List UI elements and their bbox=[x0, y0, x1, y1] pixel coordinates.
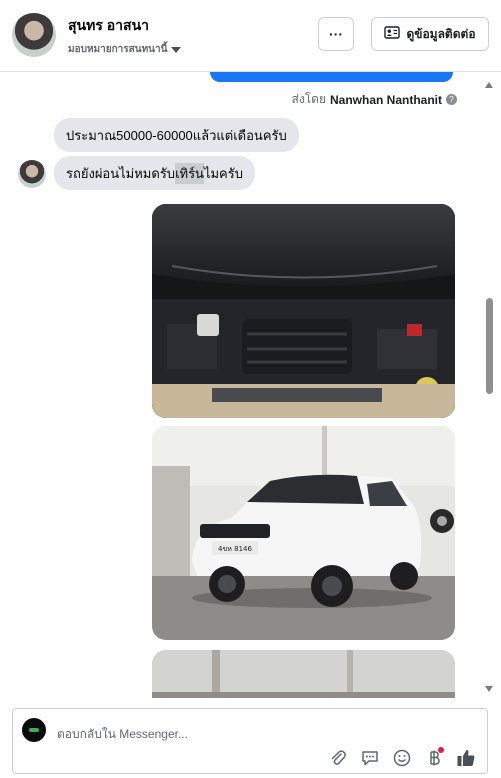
smiley-icon[interactable] bbox=[391, 747, 413, 769]
conversation-header: สุนทร อาสนา มอบหมายการสนทนานี้ ··· ดูข้อ… bbox=[0, 0, 501, 72]
info-icon[interactable]: ? bbox=[446, 94, 457, 105]
highlighted-word: เทิร์น bbox=[175, 162, 204, 184]
suv-image: 4ขห 8146 bbox=[152, 426, 455, 640]
message-text: ประมาณ50000-60000แล้วแต่เดือนครับ bbox=[66, 127, 287, 143]
view-contact-button[interactable]: ดูข้อมูลติดต่อ bbox=[371, 17, 489, 51]
scroll-down-arrow[interactable] bbox=[485, 686, 493, 692]
view-contact-label: ดูข้อมูลติดต่อ bbox=[406, 26, 476, 41]
more-icon: ··· bbox=[329, 26, 343, 42]
sent-message-bubble-edge bbox=[210, 72, 453, 82]
contact-card-icon bbox=[384, 26, 401, 42]
assign-label: มอบหมายการสนทนานี้ bbox=[68, 44, 168, 55]
engine-image bbox=[152, 204, 455, 418]
composer-toolbar bbox=[327, 747, 477, 769]
sender-name: Nanwhan Nanthanit bbox=[329, 92, 442, 107]
message-thread[interactable]: ส่งโดย Nanwhan Nanthanit ? ประมาณ50000-6… bbox=[0, 72, 501, 698]
notification-dot bbox=[438, 747, 444, 753]
photo-attachment-suv[interactable]: 4ขห 8146 bbox=[152, 426, 455, 640]
scrollbar-thumb[interactable] bbox=[486, 298, 493, 394]
paperclip-icon[interactable] bbox=[327, 747, 349, 769]
interior-image bbox=[152, 650, 455, 698]
reply-composer[interactable]: ตอบกลับใน Messenger... bbox=[12, 708, 488, 774]
scroll-up-arrow[interactable] bbox=[485, 82, 493, 88]
license-plate: 4ขห 8146 bbox=[218, 545, 252, 553]
page-avatar bbox=[22, 718, 46, 742]
message-text-start: รถยังผ่อนไม่หมดรับ bbox=[66, 165, 176, 181]
photo-attachment-engine[interactable] bbox=[152, 204, 455, 418]
sender-avatar[interactable] bbox=[18, 160, 46, 188]
photo-attachment-interior[interactable] bbox=[152, 650, 455, 698]
chat-bubble-icon[interactable] bbox=[359, 747, 381, 769]
baht-icon[interactable] bbox=[423, 747, 445, 769]
sent-by-line: ส่งโดย Nanwhan Nanthanit ? bbox=[292, 90, 457, 109]
thumbs-up-icon[interactable] bbox=[455, 747, 477, 769]
more-button[interactable]: ··· bbox=[318, 17, 354, 51]
chevron-down-icon bbox=[171, 46, 182, 53]
reply-input[interactable]: ตอบกลับใน Messenger... bbox=[57, 725, 188, 744]
sent-by-prefix: ส่งโดย bbox=[291, 92, 326, 106]
assign-conversation-dropdown[interactable]: มอบหมายการสนทนานี้ bbox=[68, 42, 182, 57]
avatar[interactable] bbox=[12, 13, 56, 57]
message-text-end: ไมครับ bbox=[203, 165, 243, 181]
message-bubble[interactable]: รถยังผ่อนไม่หมดรับ เทิร์น ไมครับ bbox=[54, 156, 255, 190]
message-bubble[interactable]: ประมาณ50000-60000แล้วแต่เดือนครับ bbox=[54, 118, 299, 152]
contact-name[interactable]: สุนทร อาสนา bbox=[68, 15, 149, 37]
